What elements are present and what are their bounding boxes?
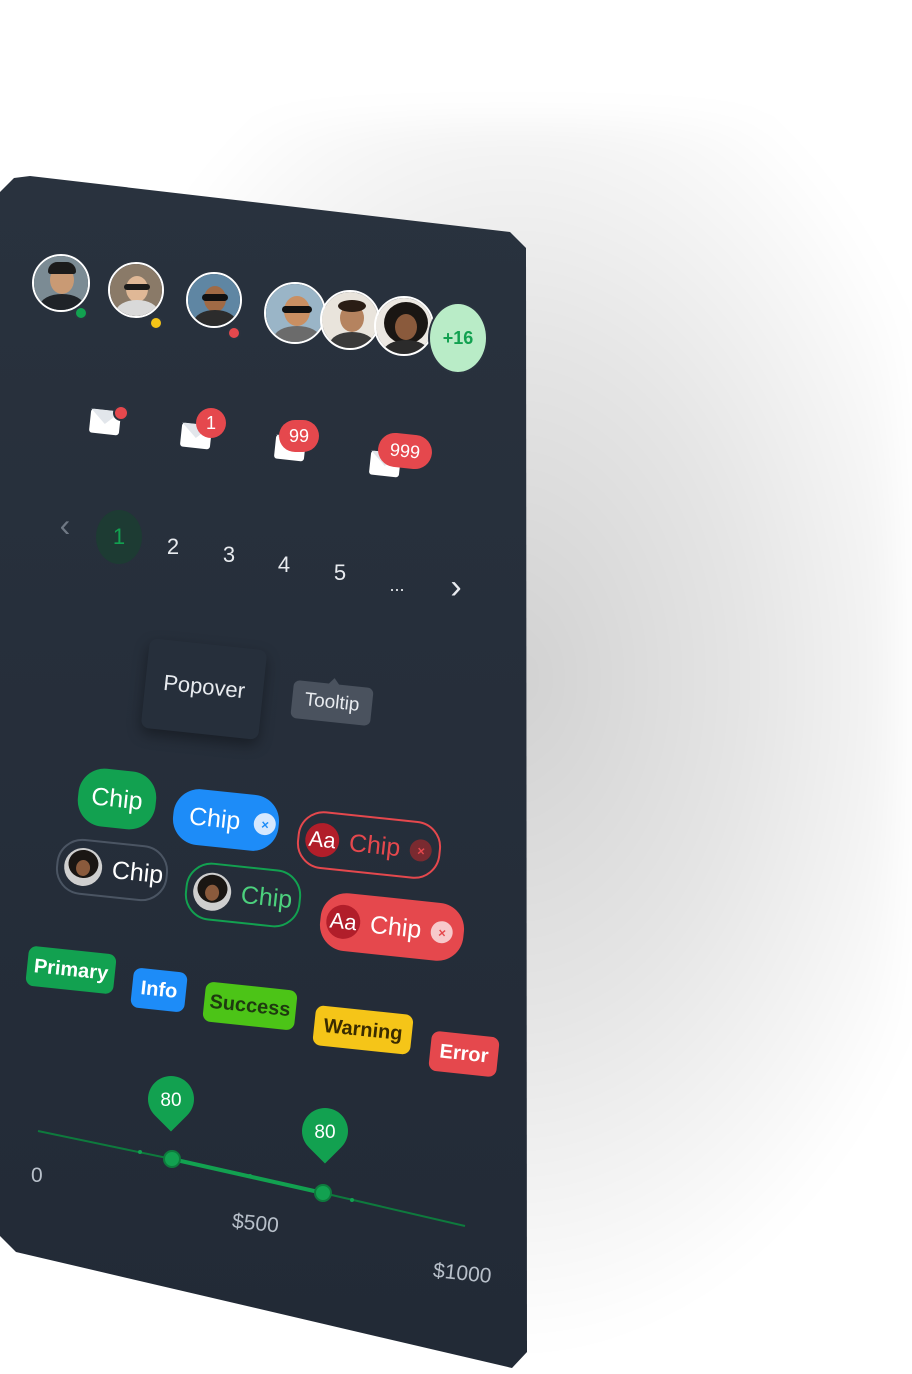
slider-range — [171, 1157, 324, 1195]
slider-rail-right — [322, 1192, 466, 1227]
slider-tick — [248, 1174, 252, 1178]
components-card: +16 1 99 999 ‹ 1 2 3 4 5 ... › Popover T… — [0, 0, 912, 1374]
slider-thumb-start[interactable] — [163, 1150, 181, 1168]
slider-mid-label: $500 — [230, 1209, 280, 1238]
slider-min-label: 0 — [31, 1164, 43, 1187]
slider-tick — [350, 1198, 354, 1202]
slider-value-label: 80 — [314, 1122, 336, 1143]
slider-track[interactable] — [0, 0, 912, 1374]
slider-thumb-end[interactable] — [314, 1184, 332, 1202]
slider-value-label: 80 — [160, 1090, 182, 1111]
slider-tick — [138, 1150, 142, 1154]
slider-rail-left — [37, 1130, 173, 1160]
